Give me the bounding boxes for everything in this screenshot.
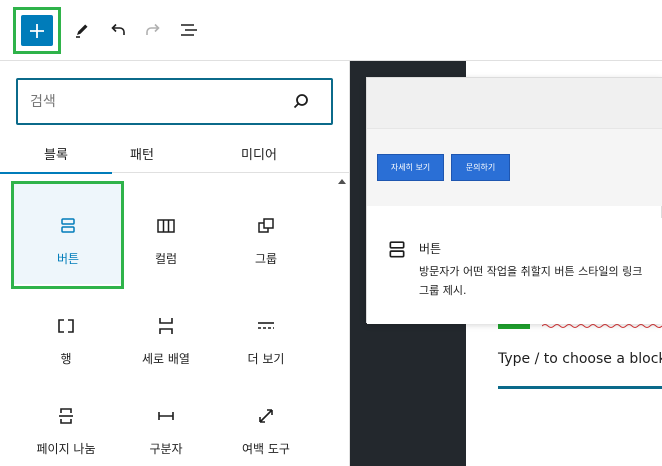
inserter-tabs: 블록 패턴 미디어 — [0, 133, 349, 174]
spacer-icon — [254, 404, 278, 428]
undo-button[interactable] — [102, 14, 134, 46]
selection-highlight — [11, 181, 124, 289]
preview-description: 방문자가 어떤 작업을 취할지 버튼 스타일의 링크 그룹 제시. — [419, 265, 643, 297]
redo-icon — [146, 23, 160, 35]
search-box — [16, 78, 333, 125]
block-preview-card: 자세히 보기 문의하기 버튼 방문자가 어떤 작업을 취할지 버튼 스타일의 링… — [366, 77, 662, 324]
block-placeholder[interactable]: Type / to choose a block — [498, 351, 662, 367]
preview-button-1: 자세히 보기 — [377, 154, 444, 181]
tab-label: 미디어 — [241, 147, 277, 163]
page-break-icon — [54, 404, 78, 428]
block-item-group[interactable]: 그룹 — [212, 184, 320, 284]
search-input[interactable] — [30, 90, 280, 114]
stack-icon — [154, 314, 178, 338]
editor-canvas: Type / to choose a block 자세히 보기 문의하기 버튼 … — [350, 61, 662, 466]
block-item-columns[interactable]: 컬럼 — [112, 184, 220, 284]
block-label: 행 — [60, 352, 72, 366]
preview-canvas: 자세히 보기 문의하기 — [367, 78, 662, 206]
block-item-row[interactable]: 행 — [12, 284, 120, 384]
row-icon — [54, 314, 78, 338]
group-icon — [254, 214, 278, 238]
redo-button[interactable] — [137, 14, 169, 46]
more-icon — [254, 314, 278, 338]
block-inserter-panel: 블록 패턴 미디어 버튼 컬럼 그룹 — [0, 61, 350, 466]
block-item-separator[interactable]: 구분자 — [112, 374, 220, 466]
preview-title: 버튼 — [419, 242, 442, 256]
block-label: 그룹 — [254, 252, 278, 266]
block-focus-line — [498, 386, 662, 389]
block-item-more[interactable]: 더 보기 — [212, 284, 320, 384]
undo-icon — [111, 23, 125, 35]
tab-label: 패턴 — [130, 147, 154, 163]
add-block-highlight — [13, 7, 61, 54]
block-label: 구분자 — [149, 442, 183, 456]
list-view-icon — [181, 24, 197, 36]
scrollbar[interactable] — [335, 174, 349, 466]
block-label: 세로 배열 — [142, 352, 190, 366]
tab-label: 블록 — [44, 147, 68, 163]
separator-icon — [154, 404, 178, 428]
search-icon — [293, 94, 308, 109]
scroll-up-arrow[interactable] — [338, 179, 346, 184]
block-item-page-break[interactable]: 페이지 나눔 — [12, 374, 120, 466]
block-item-spacer[interactable]: 여백 도구 — [212, 374, 320, 466]
block-label: 여백 도구 — [242, 442, 290, 456]
block-label: 더 보기 — [247, 352, 285, 366]
block-item-stack[interactable]: 세로 배열 — [112, 284, 220, 384]
buttons-icon — [389, 241, 405, 258]
block-label: 컬럼 — [154, 252, 178, 266]
preview-info: 버튼 방문자가 어떤 작업을 취할지 버튼 스타일의 링크 그룹 제시. — [367, 218, 662, 324]
tools-button[interactable] — [66, 14, 98, 46]
pencil-icon — [76, 24, 88, 38]
tab-patterns[interactable]: 패턴 — [86, 133, 198, 173]
plus-icon — [30, 23, 44, 38]
columns-icon — [154, 214, 178, 238]
list-view-button[interactable] — [173, 14, 205, 46]
editor-toolbar — [0, 0, 662, 61]
block-label: 페이지 나눔 — [36, 442, 96, 456]
tab-media[interactable]: 미디어 — [203, 133, 315, 173]
preview-button-2: 문의하기 — [451, 154, 510, 181]
add-block-button[interactable] — [21, 15, 53, 46]
